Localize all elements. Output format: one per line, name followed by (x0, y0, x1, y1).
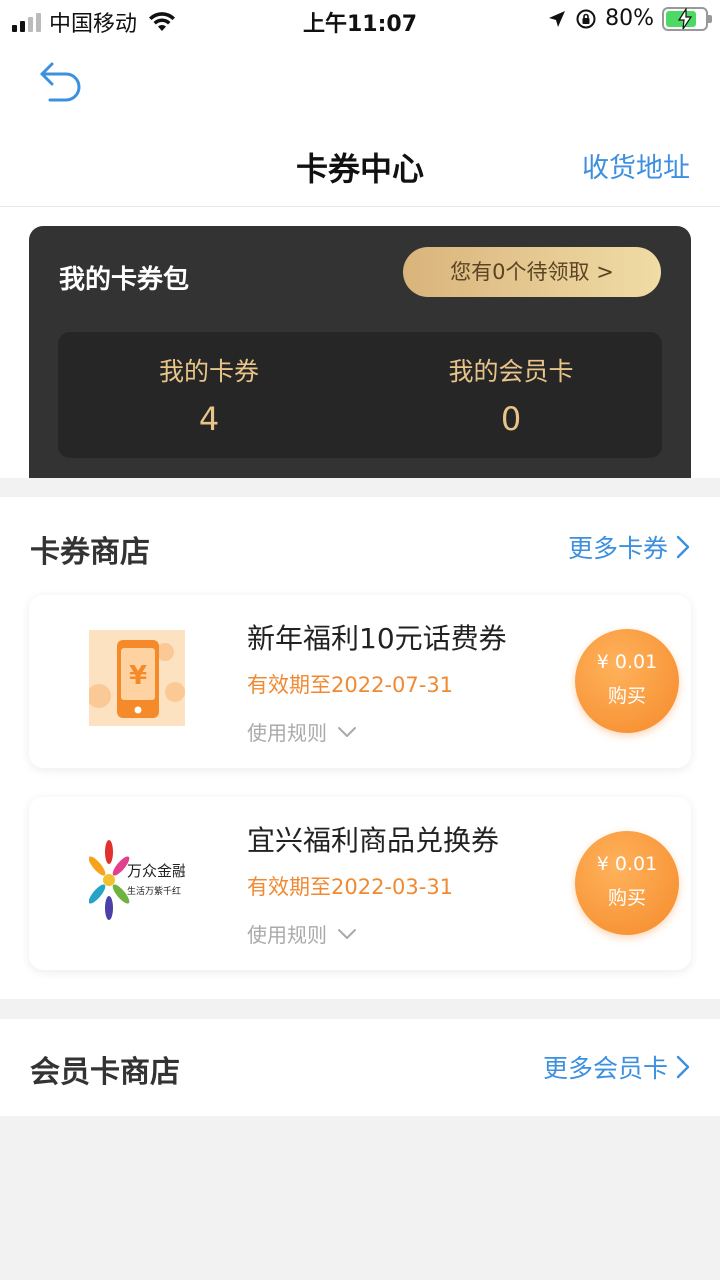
my-member-cards-stat[interactable]: 我的会员卡 0 (360, 332, 662, 458)
my-coupons-stat[interactable]: 我的卡券 4 (58, 332, 360, 458)
card-center-page: 中国移动 上午11:07 80% 卡券中心 收货地址 我的卡券包 您有0个待领取… (0, 0, 720, 1280)
location-arrow-icon (549, 10, 566, 27)
svg-text:¥: ¥ (129, 661, 147, 691)
charging-bolt-icon (677, 7, 693, 29)
orientation-lock-icon (576, 9, 596, 28)
chevron-right-icon (676, 535, 690, 559)
wallet-section: 我的卡券包 您有0个待领取 > 我的卡券 4 我的会员卡 0 (0, 207, 720, 478)
status-right: 80% (547, 6, 712, 31)
more-member-cards-link[interactable]: 更多会员卡 (543, 1049, 690, 1085)
more-label: 更多会员卡 (542, 1054, 668, 1083)
buy-label: 购买 (607, 685, 646, 707)
wallet-stats: 我的卡券 4 我的会员卡 0 (58, 332, 662, 458)
stat-label: 我的会员卡 (448, 357, 574, 386)
buy-button[interactable]: ¥ 0.01 购买 (575, 831, 679, 935)
pending-claim-button[interactable]: 您有0个待领取 > (403, 247, 661, 297)
buy-price: ¥ 0.01 (596, 651, 658, 673)
member-card-shop-section: 会员卡商店 更多会员卡 (0, 1019, 720, 1116)
coupon-shop-section: 卡券商店 更多卡券 ¥ 新年福利10元话费券 有效期至2022-07-31 使用… (0, 497, 720, 999)
wallet-title: 我的卡券包 (59, 265, 190, 295)
chevron-down-icon (338, 928, 356, 939)
coupon-card[interactable]: ¥ 新年福利10元话费券 有效期至2022-07-31 使用规则 ¥ 0.01 … (29, 595, 691, 768)
usage-rules-toggle[interactable]: 使用规则 (247, 717, 357, 746)
coupon-name: 新年福利10元话费券 (247, 622, 507, 655)
buy-price: ¥ 0.01 (596, 853, 658, 875)
logo-subtitle: 生活万紫千红 (127, 885, 181, 897)
stat-value: 0 (500, 400, 522, 438)
chevron-right-icon (676, 1055, 690, 1079)
chevron-down-icon (338, 726, 356, 737)
coupon-valid-date: 有效期至2022-03-31 (247, 875, 454, 899)
nav-bar: 卡券中心 收货地址 (0, 40, 720, 207)
battery-percent: 80% (605, 6, 654, 31)
wanzhong-jinrong-logo: 万众金融 生活万紫千红 (89, 840, 185, 920)
coupon-valid-date: 有效期至2022-07-31 (247, 673, 454, 697)
usage-rules-label: 使用规则 (247, 923, 327, 947)
battery-icon (662, 6, 712, 31)
usage-rules-toggle[interactable]: 使用规则 (247, 919, 357, 948)
wallet-card: 我的卡券包 您有0个待领取 > 我的卡券 4 我的会员卡 0 (29, 226, 691, 478)
usage-rules-label: 使用规则 (247, 721, 327, 745)
section-title: 会员卡商店 (30, 1055, 180, 1090)
stat-label: 我的卡券 (158, 357, 259, 386)
phone-yuan-icon: ¥ (89, 630, 185, 726)
buy-label: 购买 (607, 887, 646, 909)
back-arrow-icon[interactable] (36, 58, 88, 102)
coupon-card[interactable]: 万众金融 生活万紫千红 宜兴福利商品兑换券 有效期至2022-03-31 使用规… (29, 797, 691, 970)
stat-value: 4 (198, 400, 220, 438)
shipping-address-link[interactable]: 收货地址 (582, 146, 690, 185)
coupon-name: 宜兴福利商品兑换券 (247, 824, 500, 857)
more-coupons-link[interactable]: 更多卡券 (568, 529, 690, 565)
section-title: 卡券商店 (30, 535, 150, 570)
logo-title: 万众金融 (127, 862, 185, 880)
buy-button[interactable]: ¥ 0.01 购买 (575, 629, 679, 733)
status-bar: 中国移动 上午11:07 80% (0, 0, 720, 40)
more-label: 更多卡券 (567, 534, 668, 563)
